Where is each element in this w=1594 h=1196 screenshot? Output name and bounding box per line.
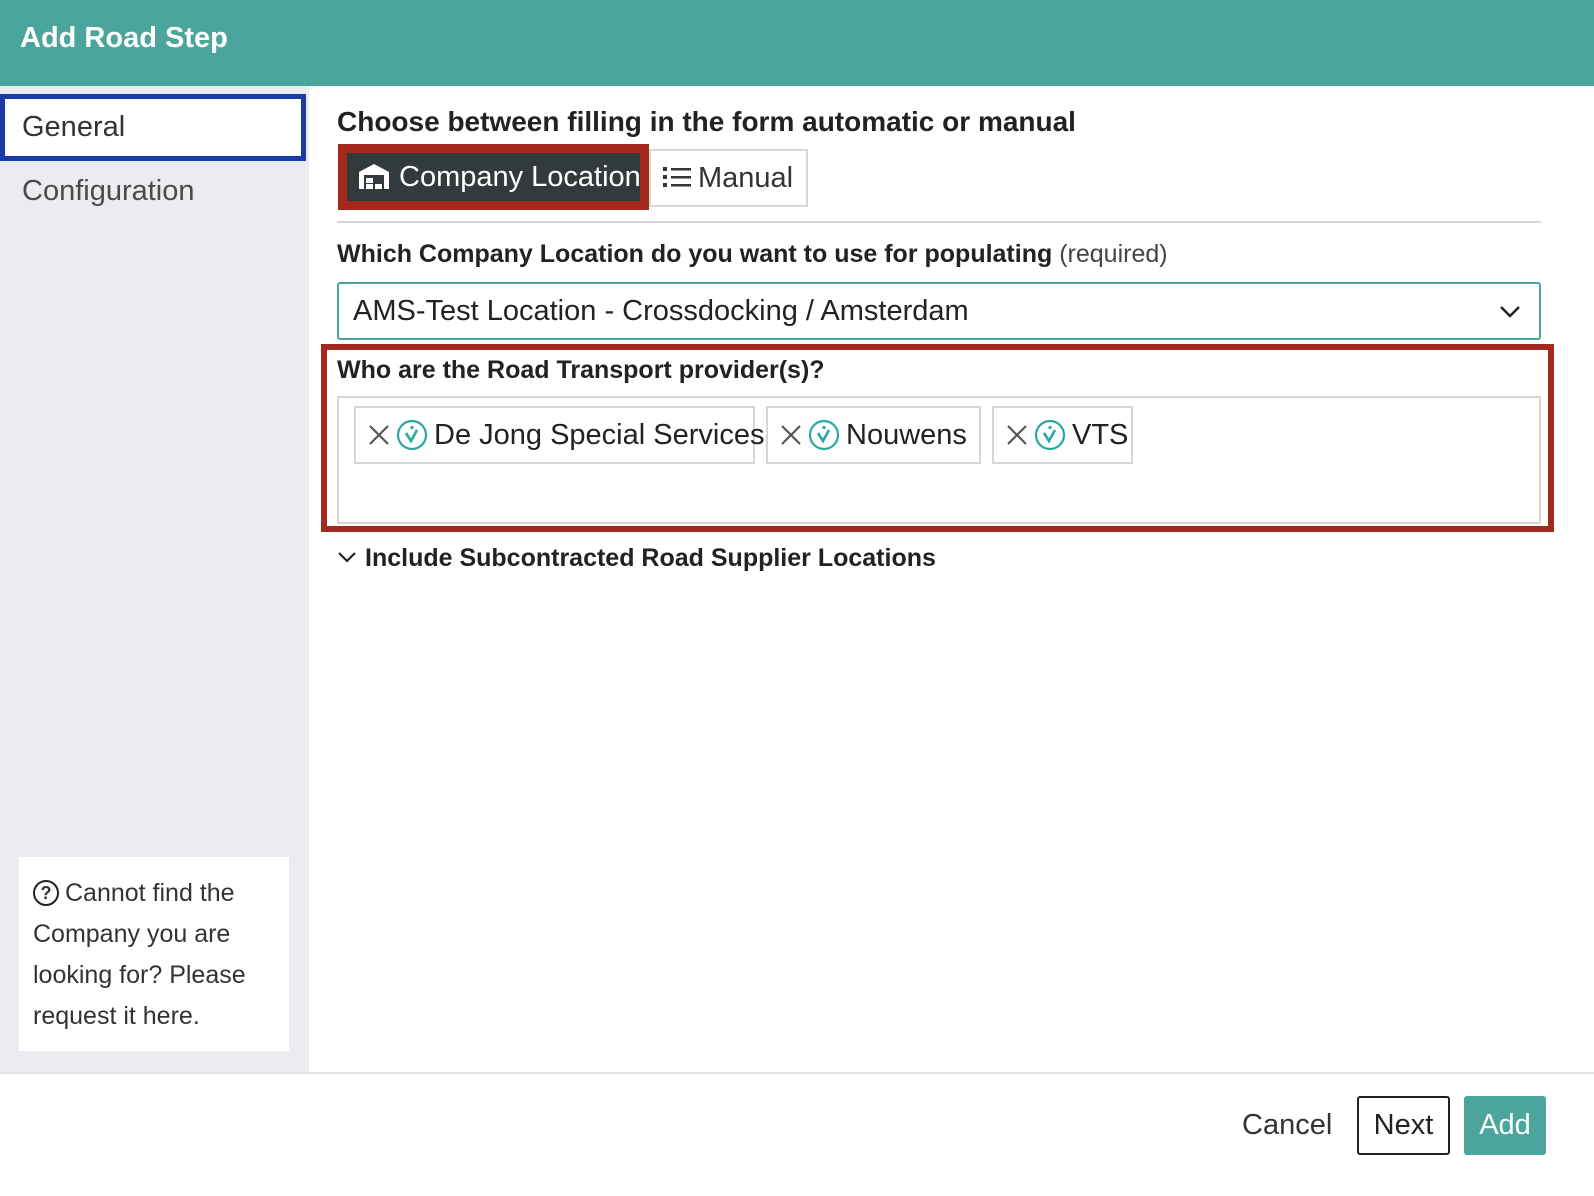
mode-question: Choose between filling in the form autom…	[337, 106, 1076, 137]
provider-name: Nouwens	[846, 419, 967, 451]
providers-question: Who are the Road Transport provider(s)?	[337, 356, 825, 384]
chevron-down-icon	[1500, 306, 1520, 318]
manual-button[interactable]: Manual	[649, 149, 808, 207]
dialog-title: Add Road Step	[20, 22, 228, 54]
company-location-value: AMS-Test Location - Crossdocking / Amste…	[353, 295, 969, 327]
divider	[337, 221, 1541, 223]
location-question: Which Company Location do you want to us…	[337, 240, 1168, 269]
provider-tag: De Jong Special Services	[354, 406, 764, 464]
manual-label: Manual	[698, 162, 794, 194]
company-location-select[interactable]: AMS-Test Location - Crossdocking / Amste…	[337, 282, 1541, 340]
question-circle-icon: ?	[33, 880, 59, 906]
chevron-down-icon	[338, 552, 356, 563]
provider-tag: VTS	[992, 406, 1133, 464]
subcontracted-toggle[interactable]: Include Subcontracted Road Supplier Loca…	[337, 544, 936, 573]
dialog-header: Add Road Step	[0, 0, 1594, 86]
provider-name: VTS	[1072, 419, 1129, 451]
add-button[interactable]: Add	[1464, 1096, 1546, 1155]
provider-name: De Jong Special Services	[434, 419, 765, 451]
dialog-footer: Cancel Next Add	[0, 1072, 1594, 1196]
company-location-label: Company Location	[399, 161, 641, 193]
help-text: Cannot find the Company you are looking …	[33, 879, 246, 1030]
sidebar-item-general[interactable]: General	[0, 94, 306, 161]
verified-check-icon	[1034, 419, 1066, 451]
main-content: Choose between filling in the form autom…	[309, 86, 1594, 1072]
company-location-button[interactable]: Company Location	[347, 153, 641, 201]
list-icon	[663, 167, 691, 187]
location-question-text: Which Company Location do you want to us…	[337, 240, 1053, 268]
provider-tag: Nouwens	[766, 406, 981, 464]
close-icon[interactable]	[1006, 424, 1028, 446]
next-button[interactable]: Next	[1357, 1096, 1450, 1155]
verified-check-icon	[808, 419, 840, 451]
close-icon[interactable]	[368, 424, 390, 446]
required-label: (required)	[1059, 240, 1168, 268]
subcontracted-label: Include Subcontracted Road Supplier Loca…	[365, 544, 936, 572]
warehouse-icon	[359, 164, 389, 189]
providers-multiselect[interactable]: De Jong Special Services Nouwens VTS	[337, 396, 1541, 524]
close-icon[interactable]	[780, 424, 802, 446]
company-location-toggle-highlight: Company Location	[338, 144, 649, 210]
verified-check-icon	[396, 419, 428, 451]
sidebar-item-configuration[interactable]: Configuration	[0, 158, 306, 225]
help-box[interactable]: ? Cannot find the Company you are looking…	[19, 857, 289, 1051]
cancel-button[interactable]: Cancel	[1230, 1096, 1344, 1154]
sidebar: General Configuration ? Cannot find the C…	[0, 86, 309, 1072]
